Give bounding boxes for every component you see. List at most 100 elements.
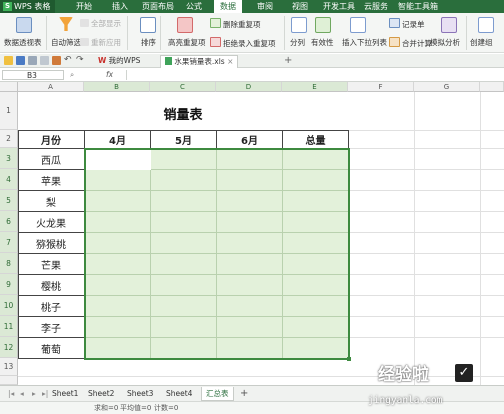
prev-sheet-icon[interactable]: ◂ xyxy=(16,387,28,400)
record-form-button[interactable]: 记录单 xyxy=(389,18,425,30)
column-header-d[interactable]: D xyxy=(216,82,282,92)
header-month[interactable]: 月份 xyxy=(18,130,85,149)
sort-button[interactable]: 排序 xyxy=(141,37,156,48)
doc-tab-file[interactable]: 水果销量表.xls × xyxy=(160,55,239,68)
status-count: 计数=0 xyxy=(154,404,179,412)
sheet-tab-2[interactable]: Sheet2 xyxy=(84,387,118,400)
app-menu-button[interactable]: S WPS 表格 xyxy=(0,0,55,13)
row-header-14[interactable] xyxy=(0,376,18,385)
autofilter-button[interactable]: 自动筛选 xyxy=(51,37,81,48)
header-may[interactable]: 5月 xyxy=(151,130,217,149)
validity-icon xyxy=(315,17,331,33)
row-header-6[interactable]: 6 xyxy=(0,211,18,232)
new-tab-button[interactable]: + xyxy=(280,55,296,67)
fruit-cell[interactable]: 火龙果 xyxy=(18,212,85,233)
tab-page-layout[interactable]: 页面布局 xyxy=(142,0,174,13)
split-column-icon xyxy=(291,17,307,33)
header-june[interactable]: 6月 xyxy=(217,130,283,149)
save-icon[interactable] xyxy=(16,56,25,65)
remove-duplicates-button[interactable]: 删除重复项 xyxy=(210,18,261,30)
watermark-url: jingyanla.com xyxy=(368,395,443,406)
column-header-f[interactable]: F xyxy=(348,82,414,92)
add-sheet-button[interactable]: + xyxy=(236,387,252,400)
row-header-13[interactable]: 13 xyxy=(0,358,18,376)
row-header-8[interactable]: 8 xyxy=(0,253,18,274)
column-header-a[interactable]: A xyxy=(18,82,84,92)
column-header-b[interactable]: B xyxy=(84,82,150,92)
open-folder-icon[interactable] xyxy=(4,56,13,65)
reject-duplicates-icon xyxy=(210,37,221,47)
select-all-corner[interactable] xyxy=(0,82,18,92)
row-header-11[interactable]: 11 xyxy=(0,316,18,337)
row-header-2[interactable]: 2 xyxy=(0,130,18,148)
split-column-button[interactable]: 分列 xyxy=(290,37,305,48)
reapply-button[interactable]: 重新应用 xyxy=(80,37,121,48)
tab-view[interactable]: 视图 xyxy=(292,0,308,13)
tab-review[interactable]: 审阅 xyxy=(257,0,273,13)
fruit-cell[interactable]: 芒果 xyxy=(18,254,85,275)
doc-tab-home[interactable]: W 我的WPS xyxy=(94,55,144,67)
tab-insert[interactable]: 插入 xyxy=(112,0,128,13)
print-icon[interactable] xyxy=(28,56,37,65)
spreadsheet-file-icon xyxy=(165,57,172,65)
column-header-g[interactable]: G xyxy=(414,82,480,92)
row-header-3[interactable]: 3 xyxy=(0,148,18,169)
highlight-duplicates-icon xyxy=(177,17,193,33)
pivot-table-button[interactable]: 数据透视表 xyxy=(4,37,42,48)
tab-start[interactable]: 开始 xyxy=(76,0,92,13)
row-header-7[interactable]: 7 xyxy=(0,232,18,253)
tab-smart-toolbox[interactable]: 智能工具箱 xyxy=(398,0,438,13)
sheet-tab-1[interactable]: Sheet1 xyxy=(48,387,82,400)
sheet-tab-4[interactable]: Sheet4 xyxy=(162,387,196,400)
fill-handle[interactable] xyxy=(347,357,351,361)
consolidate-button[interactable]: 合并计算 xyxy=(389,37,432,49)
show-all-icon xyxy=(80,19,89,27)
column-header-e[interactable]: E xyxy=(282,82,348,92)
simulate-analysis-button[interactable]: 模拟分析 xyxy=(430,37,460,48)
row-header-5[interactable]: 5 xyxy=(0,190,18,211)
header-total[interactable]: 总量 xyxy=(283,130,349,149)
insert-dropdown-button[interactable]: 插入下拉列表 xyxy=(342,37,387,48)
tab-developer[interactable]: 开发工具 xyxy=(323,0,355,13)
sheet-title[interactable]: 销量表 xyxy=(18,97,348,130)
cell-reference-box[interactable]: B3 xyxy=(2,70,64,80)
show-all-button[interactable]: 全部显示 xyxy=(80,18,121,29)
fruit-cell[interactable]: 苹果 xyxy=(18,170,85,191)
create-group-button[interactable]: 创建组 xyxy=(470,37,493,48)
fruit-cell[interactable]: 李子 xyxy=(18,317,85,338)
fx-icon[interactable]: fx xyxy=(106,70,113,79)
fruit-cell[interactable]: 桃子 xyxy=(18,296,85,317)
zoom-icon[interactable]: ⌕ xyxy=(70,70,74,80)
app-name: WPS 表格 xyxy=(14,2,51,11)
tab-formula[interactable]: 公式 xyxy=(186,0,202,13)
fruit-cell[interactable]: 葡萄 xyxy=(18,338,85,359)
sheet-tab-summary[interactable]: 汇总表 xyxy=(201,387,234,401)
fruit-cell[interactable]: 西瓜 xyxy=(18,149,85,170)
validity-button[interactable]: 有效性 xyxy=(311,37,334,48)
format-painter-icon[interactable] xyxy=(52,56,61,65)
tab-cloud[interactable]: 云服务 xyxy=(364,0,388,13)
remove-duplicates-icon xyxy=(210,18,221,28)
fruit-cell[interactable]: 梨 xyxy=(18,191,85,212)
header-april[interactable]: 4月 xyxy=(85,130,151,149)
formula-input[interactable] xyxy=(126,70,502,80)
redo-icon[interactable]: ↷ xyxy=(76,56,85,65)
fruit-cell[interactable]: 樱桃 xyxy=(18,275,85,296)
reject-duplicate-entry-button[interactable]: 拒绝录入重复项 xyxy=(210,37,276,49)
row-header-4[interactable]: 4 xyxy=(0,169,18,190)
sheet-tab-3[interactable]: Sheet3 xyxy=(123,387,157,400)
preview-icon[interactable] xyxy=(40,56,49,65)
row-header-12[interactable]: 12 xyxy=(0,337,18,358)
tab-data[interactable]: 数据 xyxy=(214,0,242,13)
undo-icon[interactable]: ↶ xyxy=(64,56,73,65)
wps-logo-icon: S xyxy=(3,2,12,11)
menu-bar: S WPS 表格 开始 插入 页面布局 公式 数据 审阅 视图 开发工具 云服务 … xyxy=(0,0,504,13)
row-header-1[interactable]: 1 xyxy=(0,92,18,130)
row-header-9[interactable]: 9 xyxy=(0,274,18,295)
row-header-10[interactable]: 10 xyxy=(0,295,18,316)
highlight-duplicates-button[interactable]: 高亮重复项 xyxy=(168,37,206,48)
reapply-icon xyxy=(80,38,89,46)
column-header-c[interactable]: C xyxy=(150,82,216,92)
fruit-cell[interactable]: 猕猴桃 xyxy=(18,233,85,254)
column-header-h[interactable] xyxy=(480,82,504,92)
